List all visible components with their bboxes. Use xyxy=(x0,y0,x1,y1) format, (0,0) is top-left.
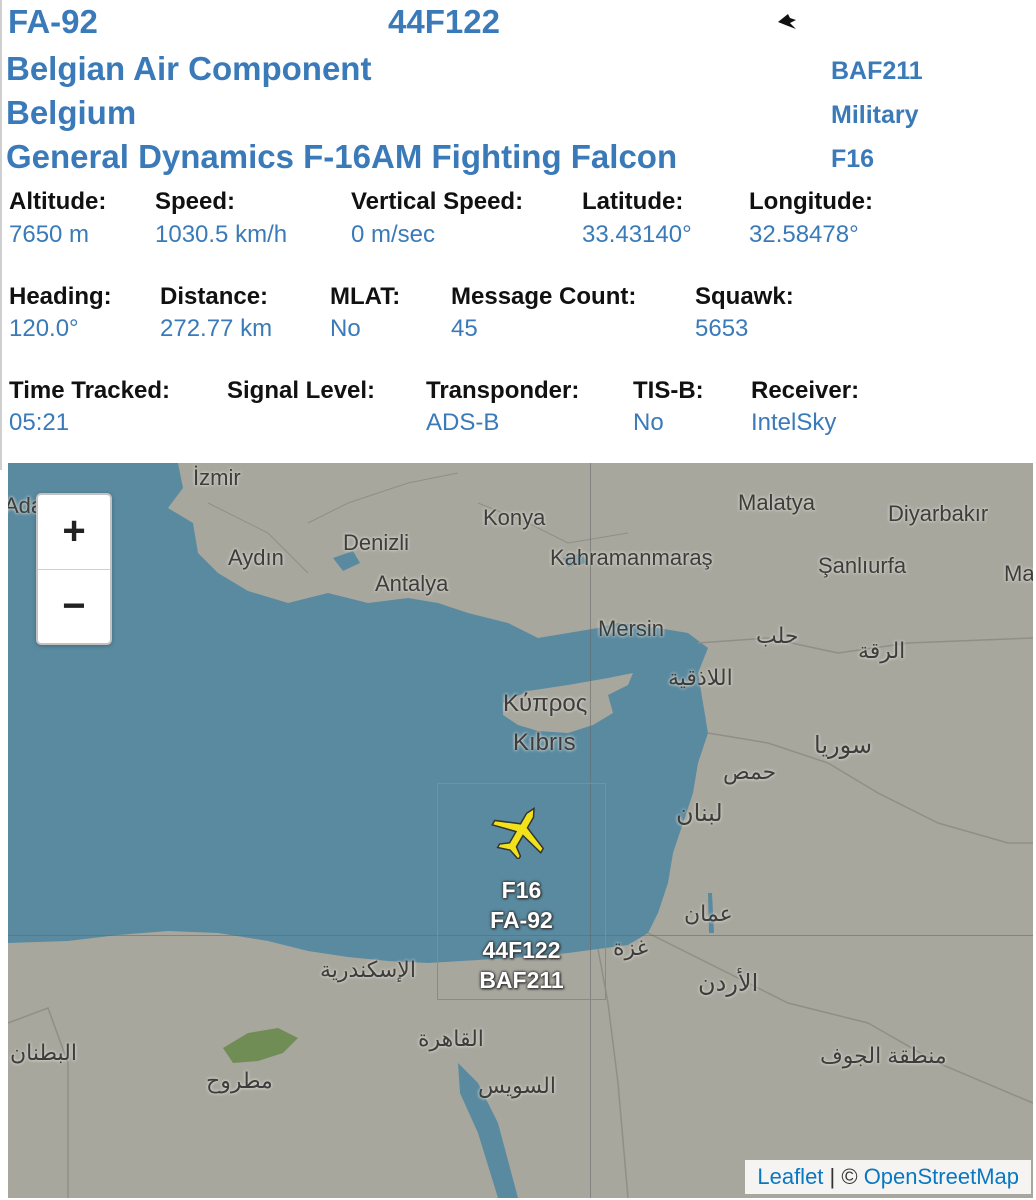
leaflet-link[interactable]: Leaflet xyxy=(757,1164,823,1189)
place-syria: سوريا xyxy=(814,732,873,759)
transponder-value: ADS-B xyxy=(426,409,500,436)
zoom-out-button[interactable]: − xyxy=(38,569,110,643)
callsign: BAF211 xyxy=(831,57,923,85)
place-cyprus-greek: Κύπρος xyxy=(503,690,588,717)
squawk-value: 5653 xyxy=(695,315,749,342)
aircraft-plane-icon[interactable] xyxy=(489,803,553,859)
speed-label: Speed: xyxy=(155,188,236,215)
place-homs: حمص xyxy=(723,759,777,784)
place-jawf: منطقة الجوف xyxy=(820,1043,947,1068)
zoom-control: + − xyxy=(36,493,112,645)
distance-label: Distance: xyxy=(160,283,269,310)
place-amman: عمان xyxy=(684,901,733,926)
place-raqqa: الرقة xyxy=(858,638,906,663)
country: Belgium xyxy=(6,94,137,131)
place-suez: السويس xyxy=(478,1073,556,1098)
mlat-value: No xyxy=(330,315,361,342)
distance-value: 272.77 km xyxy=(160,315,273,342)
signal-level-label: Signal Level: xyxy=(227,377,376,404)
latitude-value: 33.43140° xyxy=(582,221,692,248)
heading-label: Heading: xyxy=(9,283,112,310)
place-mersin: Mersin xyxy=(598,616,665,641)
place-diyarbakir: Diyarbakır xyxy=(888,501,989,526)
zoom-in-button[interactable]: + xyxy=(38,495,110,569)
vertical-speed-value: 0 m/sec xyxy=(351,221,436,248)
place-butnan: البطنان xyxy=(10,1040,77,1065)
receiver-label: Receiver: xyxy=(751,377,860,404)
aircraft-tag-registration: FA-92 xyxy=(490,907,553,933)
aircraft-tag-type: F16 xyxy=(501,877,542,903)
altitude-label: Altitude: xyxy=(9,188,107,215)
tis-b-label: TIS-B: xyxy=(633,377,704,404)
tis-b-value: No xyxy=(633,409,664,436)
aircraft-tag-hex: 44F122 xyxy=(482,937,561,963)
place-konya: Konya xyxy=(483,505,546,530)
map-attribution: Leaflet | © OpenStreetMap xyxy=(745,1160,1031,1194)
place-izmir: İzmir xyxy=(193,465,241,490)
place-kahramanmaras: Kahramanmaraş xyxy=(550,545,713,570)
place-aleppo: حلب xyxy=(756,623,799,648)
mlat-label: MLAT: xyxy=(330,283,401,310)
squawk-label: Squawk: xyxy=(695,283,794,310)
registration: FA-92 xyxy=(8,3,98,40)
place-gaza: غزة xyxy=(613,935,649,960)
place-jordan: الأردن xyxy=(698,970,759,997)
heading-value: 120.0° xyxy=(9,315,79,342)
hex-code: 44F122 xyxy=(388,3,500,40)
flag-icon xyxy=(778,14,796,29)
receiver-value: IntelSky xyxy=(751,409,837,436)
speed-value: 1030.5 km/h xyxy=(155,221,288,248)
place-denizli: Denizli xyxy=(343,530,410,555)
place-matrouh: مطروح xyxy=(206,1068,273,1093)
place-malatya: Malatya xyxy=(738,490,816,515)
place-mardin: Ma xyxy=(1004,561,1033,586)
vertical-speed-label: Vertical Speed: xyxy=(351,188,524,215)
time-tracked-label: Time Tracked: xyxy=(9,377,170,404)
aircraft-tag-callsign: BAF211 xyxy=(479,967,564,993)
type-code: F16 xyxy=(831,145,875,173)
latitude-label: Latitude: xyxy=(582,188,684,215)
place-aydin: Aydın xyxy=(228,545,284,570)
openstreetmap-link[interactable]: OpenStreetMap xyxy=(864,1164,1019,1189)
aircraft-model: General Dynamics F-16AM Fighting Falcon xyxy=(6,138,678,175)
place-cyprus-turkish: Kıbrıs xyxy=(513,729,576,756)
map-view[interactable]: İzmir Ada Konya Malatya Diyarbakır Aydın… xyxy=(8,463,1033,1198)
place-antalya: Antalya xyxy=(375,571,449,596)
place-alexandria: الإسكندرية xyxy=(320,957,416,982)
time-tracked-value: 05:21 xyxy=(9,409,70,436)
longitude-value: 32.58478° xyxy=(749,221,859,248)
message-count-value: 45 xyxy=(451,315,478,342)
category: Military xyxy=(831,101,919,129)
place-sanliurfa: Şanlıurfa xyxy=(818,553,907,578)
place-lebanon: لبنان xyxy=(676,800,723,827)
operator: Belgian Air Component xyxy=(6,50,372,87)
place-cairo: القاهرة xyxy=(418,1026,484,1051)
panel-border xyxy=(0,0,2,470)
attribution-separator: | © xyxy=(823,1164,864,1189)
longitude-label: Longitude: xyxy=(749,188,873,215)
transponder-label: Transponder: xyxy=(426,377,580,404)
message-count-label: Message Count: xyxy=(451,283,637,310)
place-latakia: اللاذقية xyxy=(668,665,733,690)
altitude-value: 7650 m xyxy=(9,221,90,248)
